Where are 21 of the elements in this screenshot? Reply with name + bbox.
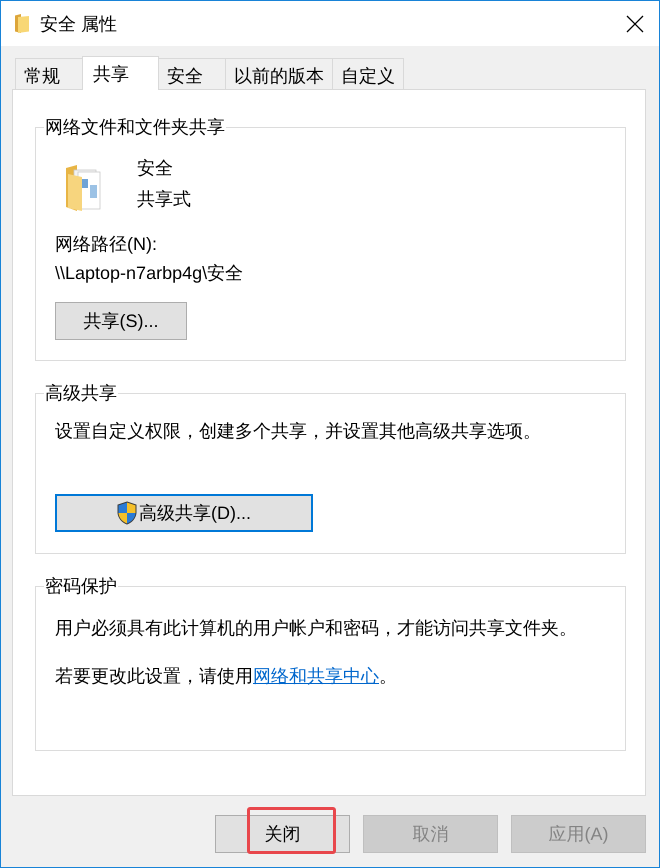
folder-icon: [65, 165, 101, 211]
close-button[interactable]: 关闭: [215, 815, 350, 853]
settings-note: 若要更改此设置，请使用网络和共享中心。: [55, 665, 397, 688]
group-title: 高级共享: [45, 383, 117, 403]
password-note: 用户必须具有此计算机的用户帐户和密码，才能访问共享文件夹。: [55, 617, 577, 640]
window-title: 安全 属性: [40, 12, 118, 36]
share-status: 共享式: [137, 188, 191, 211]
advanced-share-button[interactable]: 高级共享(D)...: [55, 494, 313, 532]
tab[interactable]: 自定义: [332, 58, 404, 89]
close-icon[interactable]: [626, 14, 644, 32]
share-button[interactable]: 共享(S)...: [55, 302, 187, 340]
tab[interactable]: 常规: [15, 58, 83, 89]
folder-icon: [15, 14, 29, 33]
description-text: 设置自定义权限，创建多个共享，并设置其他高级共享选项。: [55, 420, 541, 443]
folder-name: 安全: [137, 157, 173, 180]
group-title: 网络文件和文件夹共享: [45, 117, 225, 137]
tab[interactable]: 共享: [82, 56, 159, 90]
group-title: 密码保护: [45, 576, 117, 596]
path-label: 网络路径(N):: [55, 233, 157, 256]
sharing-center-link[interactable]: 网络和共享中心: [253, 666, 379, 686]
network-path: \\Laptop-n7arbp4g\安全: [55, 262, 244, 285]
